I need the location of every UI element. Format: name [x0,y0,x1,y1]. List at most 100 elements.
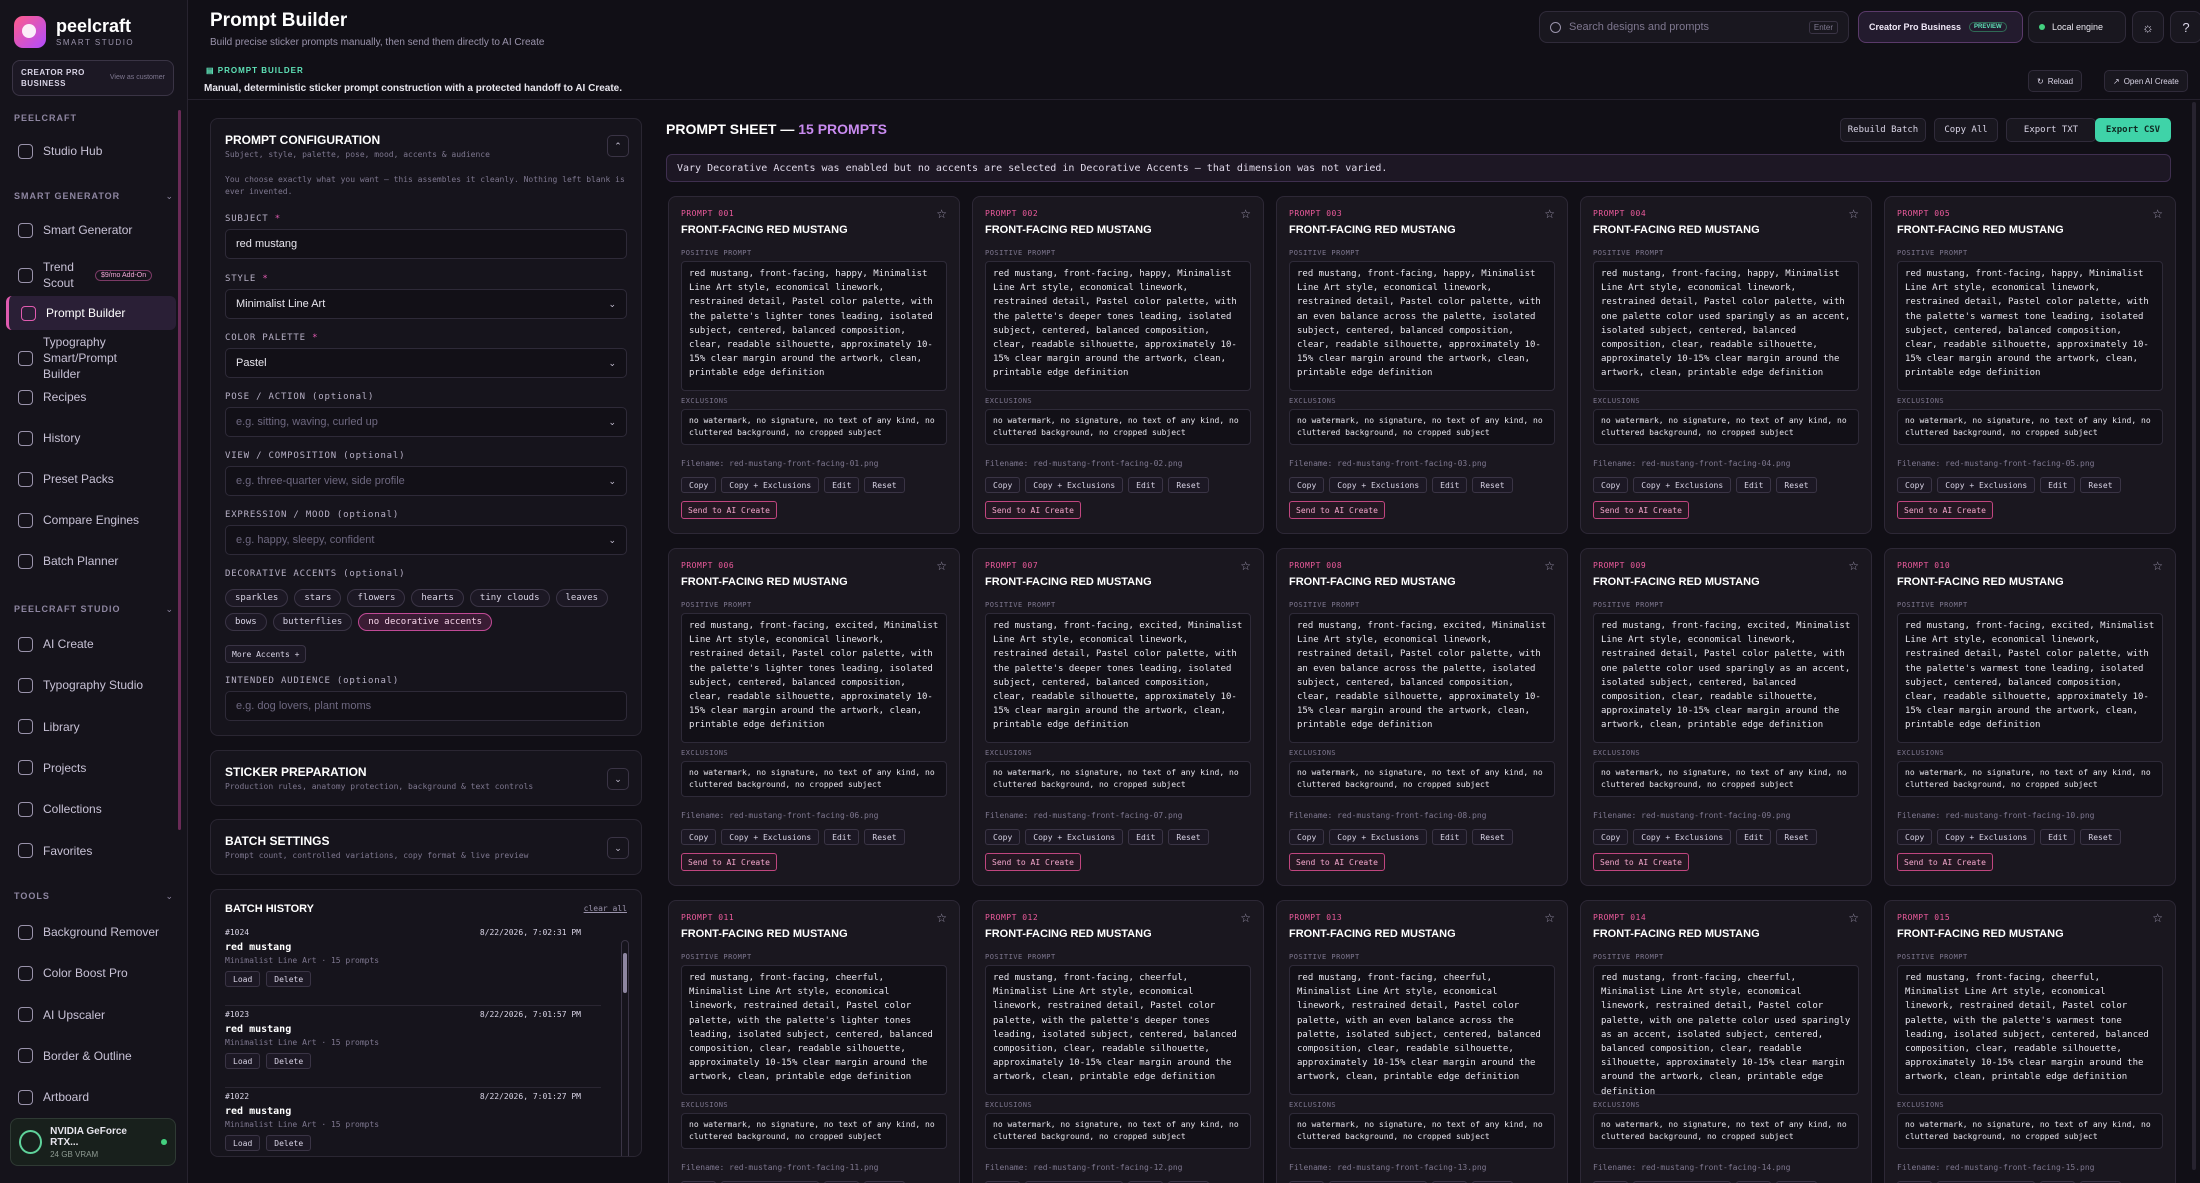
exclusions-text[interactable]: no watermark, no signature, no text of a… [1897,761,2163,797]
copy-exclusions-button[interactable]: Copy + Exclusions [1025,477,1124,493]
sidebar-item-ai-upscaler[interactable]: AI Upscaler [6,998,176,1032]
star-icon[interactable]: ☆ [1848,911,1859,925]
edit-button[interactable]: Edit [1432,477,1468,493]
section-smart-generator[interactable]: SMART GENERATOR [14,191,120,201]
section-tools[interactable]: TOOLS [14,891,50,901]
help-button[interactable]: ? [2170,11,2200,43]
edit-button[interactable]: Edit [1128,829,1164,845]
send-to-ai-create-button[interactable]: Send to AI Create [681,501,777,519]
send-to-ai-create-button[interactable]: Send to AI Create [1593,853,1689,871]
exclusions-text[interactable]: no watermark, no signature, no text of a… [1593,761,1859,797]
sidebar-item-compare-engines[interactable]: Compare Engines [6,503,176,537]
accent-chip[interactable]: no decorative accents [358,613,493,631]
positive-prompt-text[interactable]: red mustang, front-facing, happy, Minima… [1289,261,1555,391]
load-button[interactable]: Load [225,971,261,987]
expand-button[interactable]: ⌄ [607,837,629,859]
star-icon[interactable]: ☆ [936,559,947,573]
more-accents-button[interactable]: More Accents + [225,645,307,663]
reset-button[interactable]: Reset [1168,477,1209,493]
star-icon[interactable]: ☆ [2152,207,2163,221]
star-icon[interactable]: ☆ [1240,911,1251,925]
sidebar-item-projects[interactable]: Projects [6,751,176,785]
accent-chip[interactable]: flowers [347,589,406,607]
positive-prompt-text[interactable]: red mustang, front-facing, happy, Minima… [1593,261,1859,391]
positive-prompt-text[interactable]: red mustang, front-facing, excited, Mini… [1289,613,1555,743]
sidebar-scrollbar[interactable] [178,110,181,830]
exclusions-text[interactable]: no watermark, no signature, no text of a… [681,1113,947,1149]
edit-button[interactable]: Edit [824,477,860,493]
send-to-ai-create-button[interactable]: Send to AI Create [985,853,1081,871]
copy-button[interactable]: Copy [1593,829,1629,845]
edit-button[interactable]: Edit [1432,829,1468,845]
star-icon[interactable]: ☆ [936,911,947,925]
sidebar-item-favorites[interactable]: Favorites [6,834,176,868]
sticker-preparation-panel[interactable]: STICKER PREPARATION Production rules, an… [210,750,642,806]
exclusions-text[interactable]: no watermark, no signature, no text of a… [1289,761,1555,797]
gpu-status-card[interactable]: NVIDIA GeForce RTX... 24 GB VRAM [10,1118,176,1166]
send-to-ai-create-button[interactable]: Send to AI Create [1897,853,1993,871]
exclusions-text[interactable]: no watermark, no signature, no text of a… [1593,409,1859,445]
edit-button[interactable]: Edit [1736,829,1772,845]
sidebar-item-typography-smart-prompt-builder[interactable]: Typography Smart/Prompt Builder [6,334,176,382]
exclusions-text[interactable]: no watermark, no signature, no text of a… [681,761,947,797]
positive-prompt-text[interactable]: red mustang, front-facing, cheerful, Min… [1897,965,2163,1095]
delete-button[interactable]: Delete [266,971,312,987]
plan-button[interactable]: Creator Pro Business PREVIEW [1858,11,2023,43]
sidebar-item-trend-scout[interactable]: Trend Scout $9/mo Add-On [6,255,176,295]
sidebar-item-ai-create[interactable]: AI Create [6,627,176,661]
audience-input[interactable]: e.g. dog lovers, plant moms [225,691,627,721]
copy-exclusions-button[interactable]: Copy + Exclusions [1633,477,1732,493]
copy-exclusions-button[interactable]: Copy + Exclusions [1633,829,1732,845]
copy-exclusions-button[interactable]: Copy + Exclusions [721,477,820,493]
reset-button[interactable]: Reset [1168,829,1209,845]
star-icon[interactable]: ☆ [1848,559,1859,573]
exclusions-text[interactable]: no watermark, no signature, no text of a… [681,409,947,445]
sidebar-item-artboard[interactable]: Artboard [6,1080,176,1114]
positive-prompt-text[interactable]: red mustang, front-facing, happy, Minima… [681,261,947,391]
accent-chip[interactable]: bows [225,613,267,631]
sidebar-item-background-remover[interactable]: Background Remover [6,915,176,949]
delete-button[interactable]: Delete [266,1053,312,1069]
copy-exclusions-button[interactable]: Copy + Exclusions [1329,477,1428,493]
sidebar-item-typography-studio[interactable]: Typography Studio [6,668,176,702]
export-txt-button[interactable]: Export TXT [2006,118,2096,142]
reset-button[interactable]: Reset [864,477,905,493]
positive-prompt-text[interactable]: red mustang, front-facing, excited, Mini… [1897,613,2163,743]
copy-exclusions-button[interactable]: Copy + Exclusions [721,829,820,845]
sidebar-item-preset-packs[interactable]: Preset Packs [6,462,176,496]
star-icon[interactable]: ☆ [1544,207,1555,221]
exclusions-text[interactable]: no watermark, no signature, no text of a… [1593,1113,1859,1149]
accent-chip[interactable]: butterflies [272,613,353,631]
copy-button[interactable]: Copy [1897,829,1933,845]
copy-exclusions-button[interactable]: Copy + Exclusions [1937,477,2036,493]
star-icon[interactable]: ☆ [1848,207,1859,221]
send-to-ai-create-button[interactable]: Send to AI Create [1289,501,1385,519]
positive-prompt-text[interactable]: red mustang, front-facing, happy, Minima… [985,261,1251,391]
reload-button[interactable]: ↻ Reload [2028,70,2083,92]
edit-button[interactable]: Edit [1736,477,1772,493]
scroll-thumb[interactable] [623,953,627,993]
send-to-ai-create-button[interactable]: Send to AI Create [1289,853,1385,871]
send-to-ai-create-button[interactable]: Send to AI Create [681,853,777,871]
positive-prompt-text[interactable]: red mustang, front-facing, cheerful, Min… [1289,965,1555,1095]
chevron-down-icon[interactable]: ⌄ [165,891,173,902]
sidebar-item-recipes[interactable]: Recipes [6,380,176,414]
copy-button[interactable]: Copy [681,477,717,493]
chevron-down-icon[interactable]: ⌄ [165,604,173,615]
palette-select[interactable]: Pastel ⌄ [225,348,627,378]
sidebar-item-border-outline[interactable]: Border & Outline [6,1039,176,1073]
clear-all-link[interactable]: clear all [584,904,627,913]
theme-toggle-button[interactable]: ☼ [2132,11,2164,43]
edit-button[interactable]: Edit [1128,477,1164,493]
reset-button[interactable]: Reset [864,829,905,845]
send-to-ai-create-button[interactable]: Send to AI Create [985,501,1081,519]
section-peelcraft-studio[interactable]: PEELCRAFT STUDIO [14,604,121,614]
history-scrollbar[interactable] [621,940,629,1156]
rebuild-batch-button[interactable]: Rebuild Batch [1840,118,1926,142]
exclusions-text[interactable]: no watermark, no signature, no text of a… [1897,1113,2163,1149]
copy-button[interactable]: Copy [1289,477,1325,493]
copy-button[interactable]: Copy [681,829,717,845]
copy-button[interactable]: Copy [1897,477,1933,493]
accent-chip[interactable]: tiny clouds [469,589,550,607]
load-button[interactable]: Load [225,1135,261,1151]
